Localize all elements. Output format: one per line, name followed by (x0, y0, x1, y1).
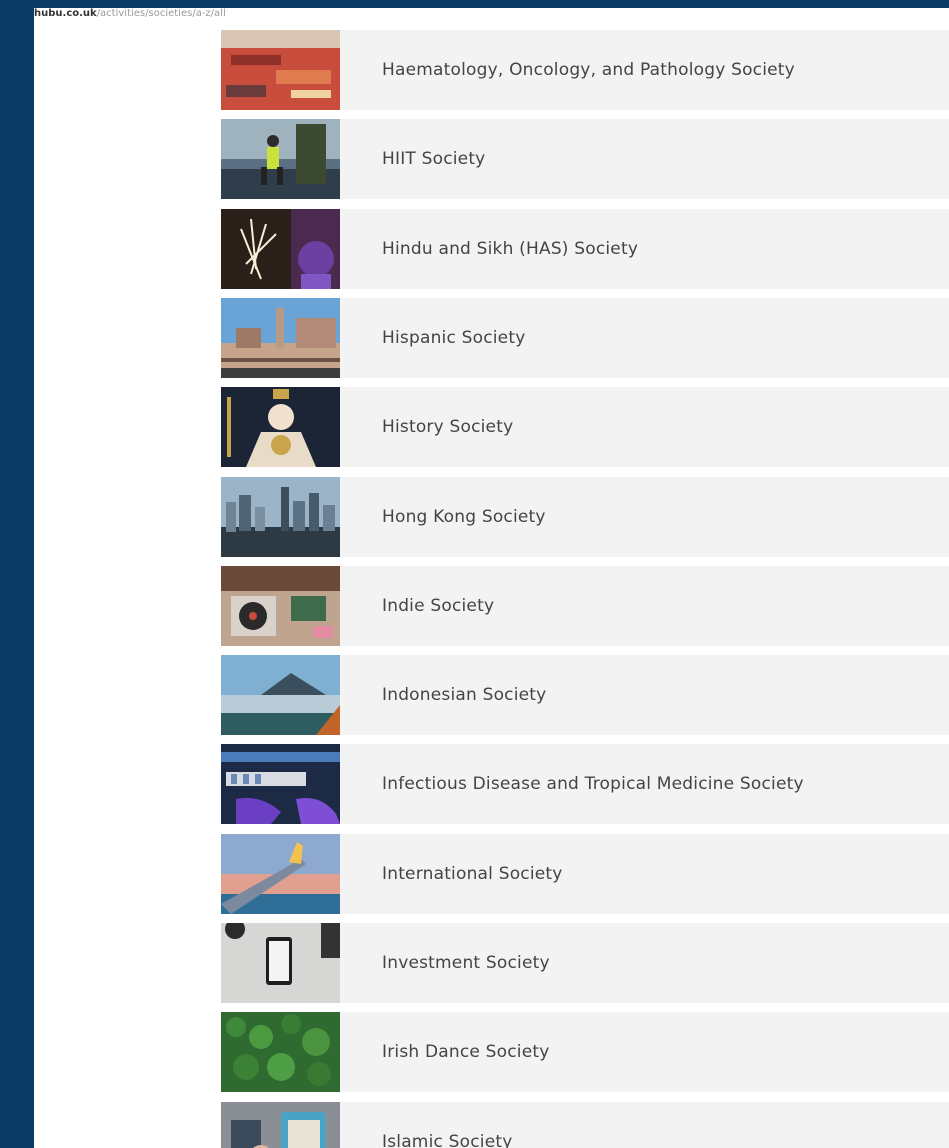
society-name-link[interactable]: Indonesian Society (382, 655, 546, 735)
society-name-link[interactable]: Infectious Disease and Tropical Medicine… (382, 744, 804, 824)
society-name-link[interactable]: Haematology, Oncology, and Pathology Soc… (382, 30, 795, 110)
society-list-item[interactable]: Irish Dance Society (221, 1012, 949, 1093)
society-name-link[interactable]: History Society (382, 387, 513, 467)
society-list-item[interactable]: Hispanic Society (221, 297, 949, 378)
url-domain: hubu.co.uk (34, 8, 97, 19)
society-name-link[interactable]: Investment Society (382, 923, 550, 1003)
city-hall-building-image[interactable] (221, 297, 340, 378)
browser-viewport: hubu.co.uk/activities/societies/a-z/all … (34, 8, 949, 1148)
red-graffiti-wall-image[interactable] (221, 30, 340, 110)
fireworks-sparkler-image[interactable] (221, 208, 340, 289)
queen-portrait-image[interactable] (221, 387, 340, 468)
society-name-link[interactable]: Hispanic Society (382, 298, 525, 378)
society-list-item[interactable]: Islamic Society (221, 1101, 949, 1148)
society-list-item[interactable]: Indonesian Society (221, 655, 949, 736)
hong-kong-skyline-image[interactable] (221, 476, 340, 557)
lab-test-tubes-image[interactable] (221, 744, 340, 825)
volcano-landscape-image[interactable] (221, 655, 340, 736)
society-list-item[interactable]: Haematology, Oncology, and Pathology Soc… (221, 30, 949, 110)
society-list-item[interactable]: International Society (221, 833, 949, 914)
society-name-link[interactable]: International Society (382, 834, 563, 914)
society-list-item[interactable]: Hindu and Sikh (HAS) Society (221, 208, 949, 289)
society-list-item[interactable]: Hong Kong Society (221, 476, 949, 557)
person-reading-book-image[interactable] (221, 1101, 340, 1148)
url-path: /activities/societies/a-z/all (96, 8, 226, 19)
airplane-wing-sunset-image[interactable] (221, 833, 340, 914)
society-list-item[interactable]: History Society (221, 387, 949, 468)
society-list-item[interactable]: HIIT Society (221, 119, 949, 200)
clover-leaves-image[interactable] (221, 1012, 340, 1093)
society-name-link[interactable]: HIIT Society (382, 119, 485, 199)
society-list-item[interactable]: Investment Society (221, 923, 949, 1003)
vinyl-record-player-image[interactable] (221, 565, 340, 646)
society-name-link[interactable]: Hindu and Sikh (HAS) Society (382, 209, 638, 289)
society-name-link[interactable]: Indie Society (382, 566, 494, 646)
society-list-item[interactable]: Indie Society (221, 565, 949, 646)
runner-by-river-image[interactable] (221, 119, 340, 200)
smartphone-on-desk-image[interactable] (221, 923, 340, 1003)
society-name-link[interactable]: Hong Kong Society (382, 477, 546, 557)
society-name-link[interactable]: Irish Dance Society (382, 1012, 550, 1092)
society-name-link[interactable]: Islamic Society (382, 1102, 513, 1148)
address-bar[interactable]: hubu.co.uk/activities/societies/a-z/all (34, 8, 949, 22)
society-list-item[interactable]: Infectious Disease and Tropical Medicine… (221, 744, 949, 825)
